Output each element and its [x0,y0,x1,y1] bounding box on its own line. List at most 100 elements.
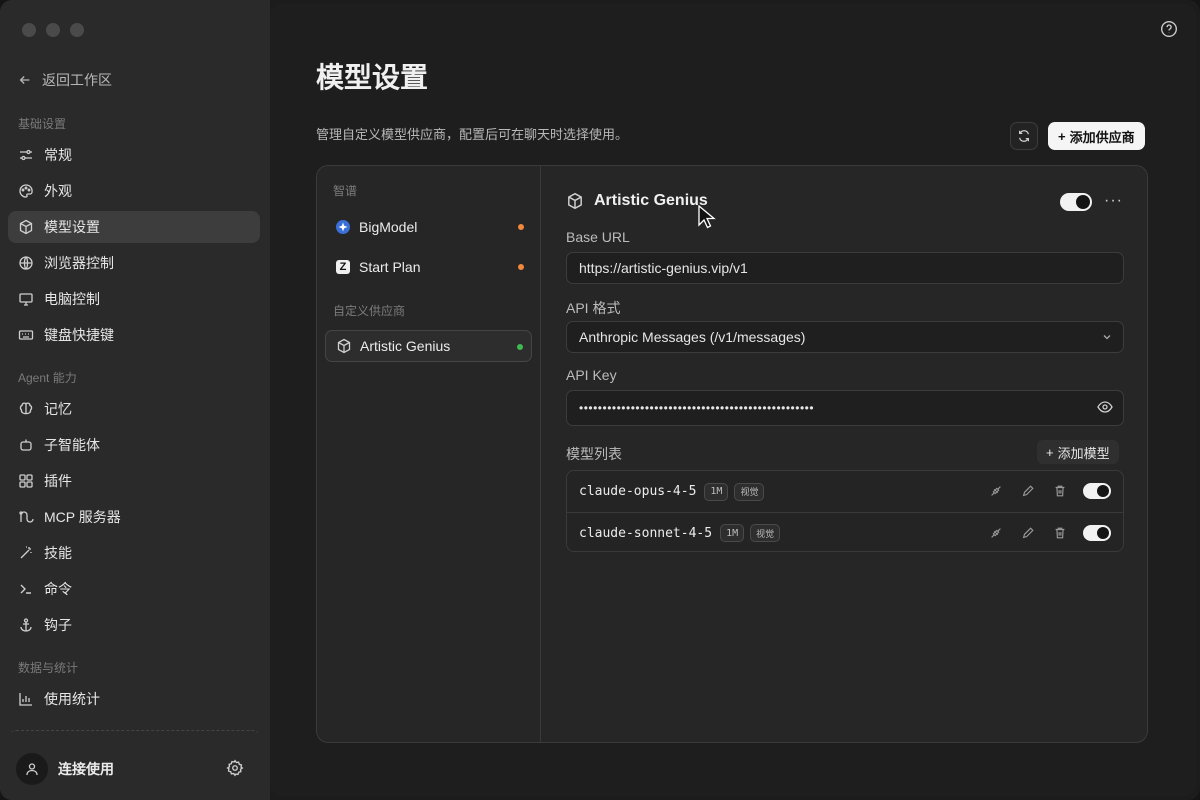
refresh-button[interactable] [1010,122,1038,150]
sidebar-item-label: 常规 [44,147,72,163]
provider-name: Artistic Genius [360,338,451,354]
sliders-icon [18,147,34,163]
sidebar-item-label: 技能 [44,545,72,561]
sidebar-item-mcp-servers[interactable]: MCP 服务器 [8,501,260,533]
model-enabled-toggle[interactable] [1083,483,1111,499]
pencil-icon [1022,527,1034,539]
add-provider-label: 添加供应商 [1069,129,1135,145]
monitor-icon [18,291,34,307]
add-model-button[interactable]: + 添加模型 [1037,440,1119,464]
api-format-select[interactable]: Anthropic Messages (/v1/messages) [566,321,1124,353]
provider-enabled-toggle[interactable] [1060,193,1092,211]
sidebar-item-plugins[interactable]: 插件 [8,465,260,497]
trash-icon [1055,527,1065,539]
model-name: claude-sonnet-4-5 [579,525,713,541]
provider-detail-title: Artistic Genius [566,192,708,210]
wand-icon [18,545,34,561]
sidebar-item-label: 键盘快捷键 [44,327,114,343]
context-badge: 1M [704,482,729,501]
sidebar-item-appearance[interactable]: 外观 [8,175,260,207]
sidebar-item-keyboard-shortcuts[interactable]: 键盘快捷键 [8,319,260,351]
model-row-actions [987,482,1111,500]
globe-icon [18,255,34,271]
pencil-icon [1022,485,1034,497]
plug-icon [991,486,1001,496]
user-name: 连接使用 [58,761,114,777]
test-connection-button[interactable] [987,524,1005,542]
brain-icon [18,401,34,417]
sidebar-item-usage-stats[interactable]: 使用统计 [8,683,260,715]
help-icon[interactable] [1160,20,1178,38]
api-key-label: API Key [566,367,617,383]
delete-model-button[interactable] [1051,482,1069,500]
provider-name: BigModel [359,219,418,235]
provider-item-bigmodel[interactable]: BigModel [325,211,532,243]
close-window-button[interactable] [22,23,36,37]
minimize-window-button[interactable] [46,23,60,37]
zoom-window-button[interactable] [70,23,84,37]
avatar[interactable] [16,753,48,785]
section-title-basic: 基础设置 [18,117,67,131]
plus-icon: + [1046,444,1054,460]
sidebar: 返回工作区 基础设置 常规 外观 模型设置 浏览器控制 电脑控制 键盘快捷键 A… [0,0,270,800]
user-icon [26,763,38,776]
section-title-agent: Agent 能力 [18,371,77,385]
provider-item-start-plan[interactable]: Z Start Plan [325,251,532,283]
plus-icon: + [1058,128,1066,144]
sidebar-item-browser-control[interactable]: 浏览器控制 [8,247,260,279]
providers-panel: 智谱 BigModel Z Start Plan 自定义供应商 Artistic… [316,165,1148,743]
eye-icon[interactable] [1097,400,1113,414]
sidebar-item-memory[interactable]: 记忆 [8,393,260,425]
main-content: 模型设置 管理自定义模型供应商，配置后可在聊天时选择使用。 + 添加供应商 智谱… [270,4,1196,796]
model-table: claude-opus-4-5 1M 视觉 claude-sonnet-4-5 … [566,470,1124,552]
edit-model-button[interactable] [1019,482,1037,500]
sidebar-item-label: 记忆 [44,401,72,417]
more-options-button[interactable]: ··· [1104,192,1123,210]
sidebar-item-label: 钩子 [44,617,72,633]
test-connection-button[interactable] [987,482,1005,500]
add-provider-button[interactable]: + 添加供应商 [1048,122,1145,150]
window-controls [22,23,84,37]
provider-detail: Artistic Genius ··· Base URL https://art… [542,166,1147,742]
sidebar-item-commands[interactable]: 命令 [8,573,260,605]
user-bar: 连接使用 [0,738,270,800]
sidebar-item-label: 子智能体 [44,437,100,453]
sidebar-item-subagents[interactable]: 子智能体 [8,429,260,461]
context-badge: 1M [720,524,745,542]
plug-icon [991,528,1001,538]
sidebar-item-skills[interactable]: 技能 [8,537,260,569]
page-description: 管理自定义模型供应商，配置后可在聊天时选择使用。 [316,127,629,142]
delete-model-button[interactable] [1051,524,1069,542]
mouse-cursor-icon [698,205,716,229]
cube-icon [18,219,34,235]
sidebar-item-computer-control[interactable]: 电脑控制 [8,283,260,315]
sidebar-item-label: MCP 服务器 [44,509,121,525]
api-key-input[interactable]: ••••••••••••••••••••••••••••••••••••••••… [566,390,1124,426]
arrow-left-icon [19,76,30,84]
sidebar-item-general[interactable]: 常规 [8,139,260,171]
provider-list: 智谱 BigModel Z Start Plan 自定义供应商 Artistic… [317,166,541,742]
mcp-icon [18,509,34,525]
sidebar-item-label: 浏览器控制 [44,255,114,271]
sidebar-item-hooks[interactable]: 钩子 [8,609,260,641]
provider-item-artistic-genius[interactable]: Artistic Genius [325,330,532,362]
model-enabled-toggle[interactable] [1083,525,1111,541]
sidebar-item-label: 电脑控制 [44,291,100,307]
api-format-label: API 格式 [566,300,621,316]
sidebar-item-label: 模型设置 [44,219,100,235]
status-dot [518,264,524,270]
cube-icon [336,338,352,354]
base-url-input[interactable]: https://artistic-genius.vip/v1 [566,252,1124,284]
model-name: claude-opus-4-5 [579,484,697,499]
gear-icon[interactable] [226,759,244,777]
api-key-value: ••••••••••••••••••••••••••••••••••••••••… [579,401,815,415]
sidebar-item-label: 插件 [44,473,72,489]
back-to-workspace-link[interactable]: 返回工作区 [18,70,112,90]
bigmodel-logo-icon [335,219,351,235]
edit-model-button[interactable] [1019,524,1037,542]
api-format-value: Anthropic Messages (/v1/messages) [579,329,806,345]
sidebar-item-label: 命令 [44,581,72,597]
sidebar-item-model-settings[interactable]: 模型设置 [8,211,260,243]
status-dot [517,344,523,350]
chevron-down-icon [1103,335,1111,340]
